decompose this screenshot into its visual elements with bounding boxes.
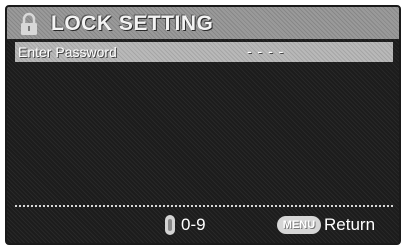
lock-setting-screen: LOCK SETTING Enter Password - - - - 0-9 …	[5, 5, 401, 245]
menu-key-icon: MENU	[277, 216, 321, 234]
lock-icon	[21, 12, 37, 35]
menu-item-label: Enter Password	[18, 44, 117, 60]
menu-item-enter-password[interactable]: Enter Password - - - -	[15, 42, 393, 62]
number-key-icon	[165, 215, 175, 235]
return-label: Return	[324, 215, 376, 234]
title-bar: LOCK SETTING	[7, 7, 399, 39]
footer-divider	[15, 205, 393, 207]
digits-hint-label: 0-9	[181, 215, 206, 234]
password-input[interactable]: - - - -	[247, 43, 284, 59]
page-title: LOCK SETTING	[51, 12, 214, 35]
